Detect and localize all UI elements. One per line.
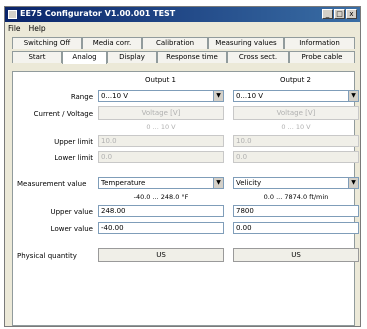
maximize-button[interactable]: □	[334, 9, 345, 19]
tab-switching-off[interactable]: Switching Off	[12, 37, 82, 49]
configurator-window: EE75 Configurator V1.00.001 TEST _ □ x F…	[4, 6, 361, 327]
output2-lower-value-input[interactable]: 0.00	[233, 222, 359, 234]
output1-lower-value-input[interactable]: -40.00	[98, 222, 224, 234]
output2-upper-limit-input[interactable]: 10.0	[233, 135, 359, 147]
output1-physical-quantity-button[interactable]: US	[98, 248, 224, 262]
physical-quantity-label: Physical quantity	[17, 252, 77, 260]
tab-analog[interactable]: Analog	[62, 51, 107, 64]
minimize-button[interactable]: _	[322, 9, 333, 19]
chevron-down-icon[interactable]: ▼	[213, 91, 223, 101]
window-title: EE75 Configurator V1.00.001 TEST	[20, 9, 176, 18]
measurement-value-label: Measurement value	[17, 180, 87, 188]
tab-media-corr[interactable]: Media corr.	[82, 37, 142, 49]
output2-cv-range: 0 ... 10 V	[281, 123, 311, 131]
output1-measurement-select[interactable]: Temperature ▼	[98, 177, 224, 189]
range-label: Range	[70, 93, 93, 101]
close-button[interactable]: x	[346, 9, 357, 19]
tab-measuring-values[interactable]: Measuring values	[208, 37, 284, 49]
output1-lower-limit-input[interactable]: 0.0	[98, 151, 224, 163]
output2-physical-quantity-button[interactable]: US	[233, 248, 359, 262]
output1-measurement-value: Temperature	[101, 179, 146, 187]
chevron-down-icon[interactable]: ▼	[348, 91, 358, 101]
analog-panel: Output 1 Output 2 Range 0...10 V ▼ 0...1…	[12, 71, 359, 326]
output1-cv-range: 0 ... 10 V	[146, 123, 176, 131]
upper-value-label: Upper value	[50, 208, 93, 216]
output1-range-select[interactable]: 0...10 V ▼	[98, 90, 224, 102]
tab-start[interactable]: Start	[12, 51, 62, 63]
output2-range-value: 0...10 V	[236, 92, 264, 100]
tab-information[interactable]: Information	[284, 37, 355, 49]
output2-range-select[interactable]: 0...10 V ▼	[233, 90, 359, 102]
tab-row-2: Start Analog Display Response time Cross…	[12, 51, 355, 64]
tab-calibration[interactable]: Calibration	[142, 37, 208, 49]
tab-response-time[interactable]: Response time	[157, 51, 227, 63]
chevron-down-icon[interactable]: ▼	[348, 178, 358, 188]
tab-probe-cable[interactable]: Probe cable	[289, 51, 355, 63]
output2-measurement-select[interactable]: Velicity ▼	[233, 177, 359, 189]
upper-limit-label: Upper limit	[54, 138, 93, 146]
current-voltage-label: Current / Voltage	[33, 110, 93, 118]
output2-measurement-value: Velicity	[236, 179, 262, 187]
output1-header: Output 1	[145, 76, 176, 84]
lower-value-label: Lower value	[50, 225, 93, 233]
output1-upper-value-input[interactable]: 248.00	[98, 205, 224, 217]
app-icon	[8, 10, 17, 19]
output2-upper-value-input[interactable]: 7800	[233, 205, 359, 217]
output1-range-value: 0...10 V	[101, 92, 129, 100]
output2-measurement-range: 0.0 ... 7874.0 ft/min	[263, 193, 329, 201]
output1-voltage-button[interactable]: Voltage [V]	[98, 106, 224, 120]
tab-row-1: Switching Off Media corr. Calibration Me…	[12, 37, 355, 49]
tab-display[interactable]: Display	[107, 51, 157, 63]
menu-help[interactable]: Help	[29, 24, 46, 33]
output1-upper-limit-input[interactable]: 10.0	[98, 135, 224, 147]
tab-cross-sect[interactable]: Cross sect.	[227, 51, 289, 63]
title-bar: EE75 Configurator V1.00.001 TEST _ □ x	[5, 7, 360, 22]
output1-measurement-range: -40.0 ... 248.0 °F	[133, 193, 189, 201]
menu-bar: File Help	[5, 22, 360, 34]
menu-file[interactable]: File	[8, 24, 21, 33]
output2-lower-limit-input[interactable]: 0.0	[233, 151, 359, 163]
output2-header: Output 2	[280, 76, 311, 84]
chevron-down-icon[interactable]: ▼	[213, 178, 223, 188]
lower-limit-label: Lower limit	[54, 154, 93, 162]
output2-voltage-button[interactable]: Voltage [V]	[233, 106, 359, 120]
